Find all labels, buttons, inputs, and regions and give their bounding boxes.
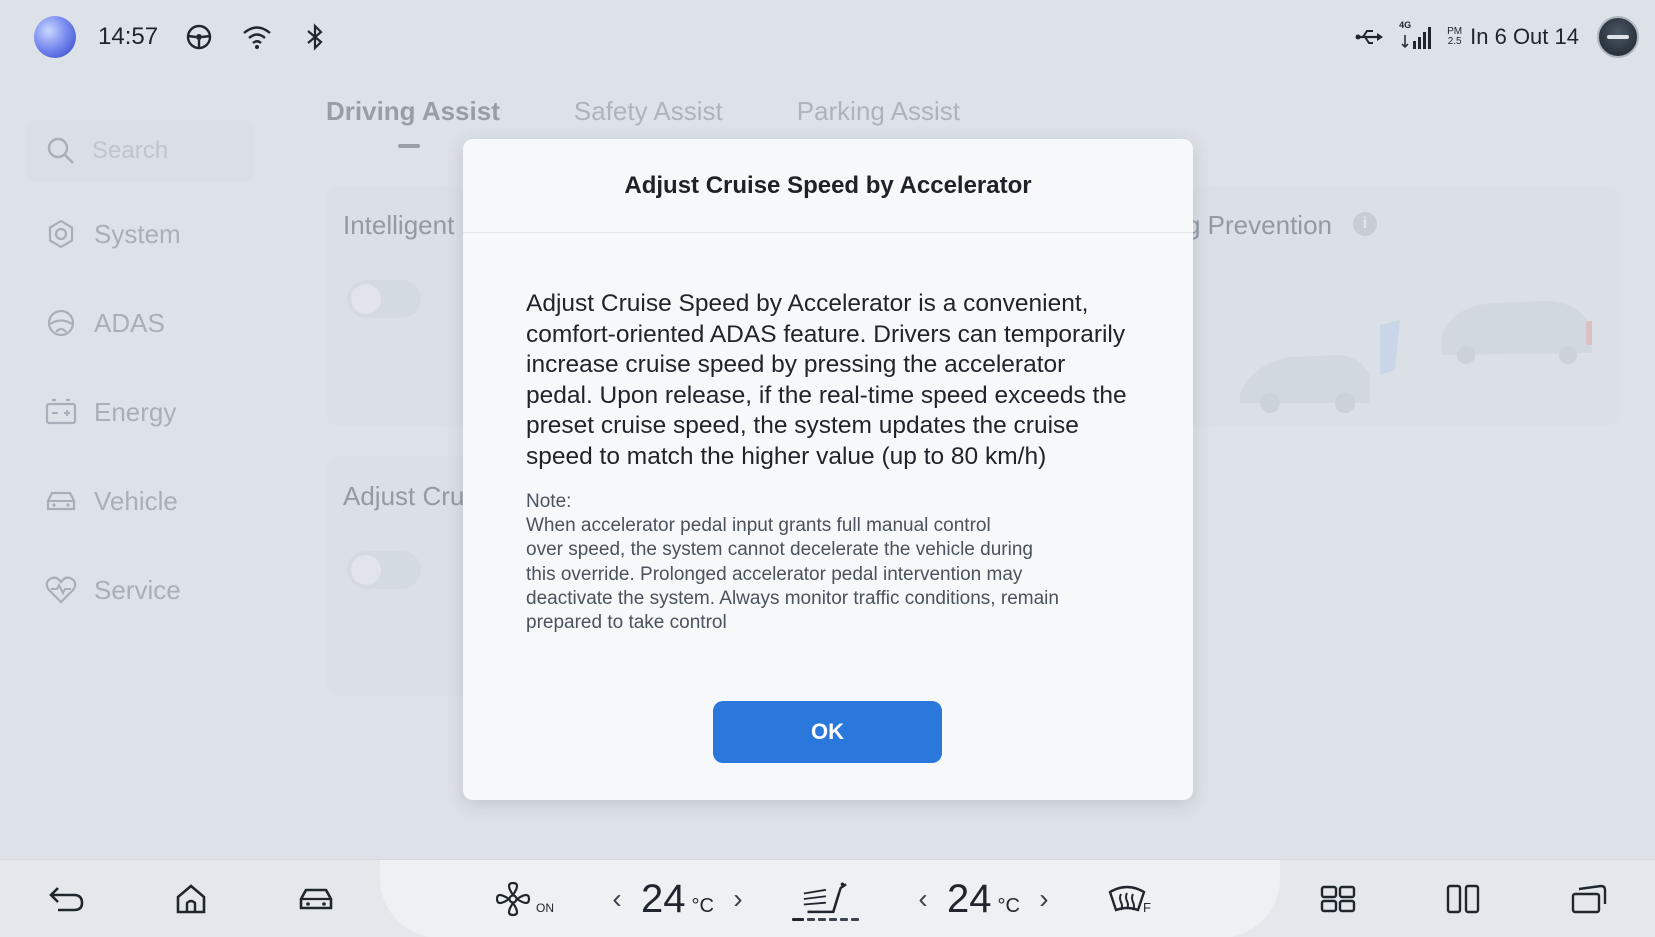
note-line: this override. Prolonged accelerator ped… bbox=[526, 563, 1023, 585]
back-icon bbox=[49, 887, 84, 912]
note-line: prepared to take control bbox=[526, 612, 727, 634]
split-screen-icon bbox=[1446, 884, 1480, 914]
right-temp-unit: °C bbox=[997, 894, 1020, 917]
pm-value: 2.5 bbox=[1447, 36, 1462, 47]
usb-icon bbox=[1353, 20, 1387, 54]
note-line: over speed, the system cannot decelerate… bbox=[526, 539, 1033, 561]
home-button[interactable] bbox=[168, 876, 214, 922]
bottom-dock: ON ‹ 24 °C › ‹ 24 °C › F bbox=[0, 859, 1655, 937]
recent-apps-icon bbox=[1571, 884, 1607, 914]
dialog-header: Adjust Cruise Speed by Accelerator bbox=[463, 139, 1193, 233]
wifi-icon bbox=[240, 20, 274, 54]
app-grid-icon bbox=[1320, 885, 1356, 913]
right-temp-value: 24 bbox=[947, 876, 992, 921]
dialog-description: Adjust Cruise Speed by Accelerator is a … bbox=[526, 290, 1127, 470]
seat-airflow-button[interactable] bbox=[802, 876, 848, 922]
home-icon bbox=[176, 884, 206, 914]
right-temp-increase-button[interactable]: › bbox=[1032, 883, 1056, 915]
screen: 14:57 4G PM 2.5 In 6 Out 14 Search Syste… bbox=[0, 0, 1655, 937]
note-label: Note: bbox=[526, 491, 572, 512]
split-screen-button[interactable] bbox=[1440, 876, 1486, 922]
seat-airflow-icon bbox=[803, 882, 847, 914]
left-temp-value: 24 bbox=[641, 876, 686, 921]
dialog-title: Adjust Cruise Speed by Accelerator bbox=[624, 171, 1032, 199]
dialog-body: Adjust Cruise Speed by Accelerator is a … bbox=[526, 289, 1136, 635]
pm25-badge: PM 2.5 bbox=[1447, 27, 1462, 47]
app-grid-button[interactable] bbox=[1315, 876, 1361, 922]
cellular-4g-icon: 4G bbox=[1399, 20, 1433, 54]
steering-wheel-icon bbox=[182, 20, 216, 54]
feature-info-dialog: Adjust Cruise Speed by Accelerator Adjus… bbox=[463, 139, 1193, 800]
car-icon bbox=[299, 888, 333, 910]
status-bar: 14:57 4G PM 2.5 In 6 Out 14 bbox=[0, 0, 1655, 74]
right-temperature-control: ‹ 24 °C › bbox=[911, 874, 1056, 924]
recent-apps-button[interactable] bbox=[1566, 876, 1612, 922]
back-button[interactable] bbox=[44, 876, 90, 922]
front-defrost-button[interactable] bbox=[1104, 876, 1150, 922]
left-temp-decrease-button[interactable]: ‹ bbox=[605, 883, 629, 915]
bluetooth-icon bbox=[298, 20, 332, 54]
front-defrost-label: F bbox=[1143, 900, 1151, 915]
left-temp-increase-button[interactable]: › bbox=[726, 883, 750, 915]
airflow-mode-indicator bbox=[792, 918, 862, 921]
note-line: deactivate the system. Always monitor tr… bbox=[526, 587, 1059, 609]
front-defrost-icon bbox=[1108, 885, 1146, 912]
network-type-label: 4G bbox=[1399, 20, 1412, 30]
right-temp-decrease-button[interactable]: ‹ bbox=[911, 883, 935, 915]
vehicle-button[interactable] bbox=[293, 876, 339, 922]
ok-button[interactable]: OK bbox=[713, 701, 942, 763]
clock: 14:57 bbox=[98, 23, 159, 50]
note-text: When accelerator pedal input grants full… bbox=[526, 514, 1136, 635]
avatar[interactable] bbox=[1597, 16, 1639, 58]
left-temperature-control: ‹ 24 °C › bbox=[605, 874, 750, 924]
left-temp-unit: °C bbox=[691, 894, 714, 917]
fan-on-label: ON bbox=[536, 901, 554, 915]
fan-icon bbox=[495, 881, 531, 917]
status-bar-right: 4G PM 2.5 In 6 Out 14 bbox=[1341, 14, 1639, 60]
fan-button[interactable] bbox=[490, 876, 536, 922]
status-bar-left: 14:57 bbox=[34, 14, 332, 60]
note-line: When accelerator pedal input grants full… bbox=[526, 515, 991, 536]
air-quality-readout: In 6 Out 14 bbox=[1470, 24, 1579, 49]
assistant-logo-icon[interactable] bbox=[34, 16, 76, 58]
